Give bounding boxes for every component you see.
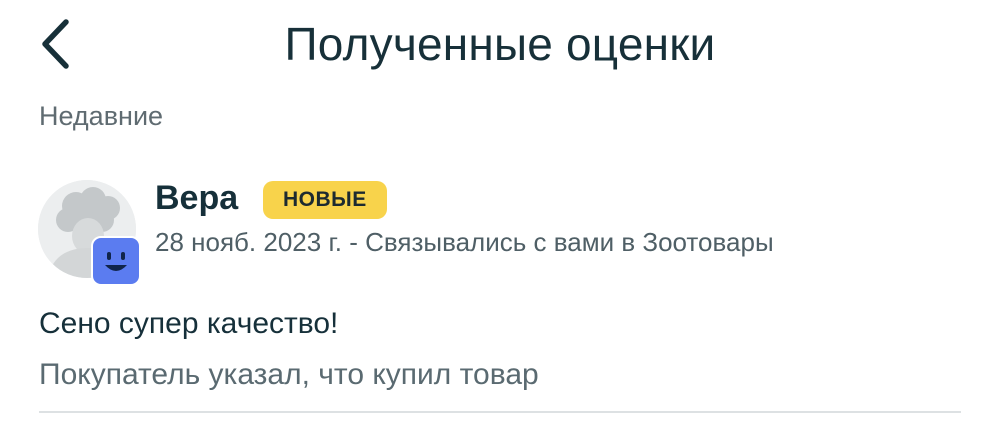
divider [39,411,961,413]
review-meta: 28 нояб. 2023 г. - Связывались с вами в … [155,227,774,257]
smiley-badge-icon [91,236,141,286]
review-text: Сено супер качество! [39,307,339,340]
section-label-recent: Недавние [39,101,164,131]
avatar-badge [91,236,141,286]
header: Полученные оценки [0,0,1000,90]
page-title: Полученные оценки [284,18,716,70]
review-note: Покупатель указал, что купил товар [39,358,539,391]
reviewer-name[interactable]: Вера [155,176,238,220]
status-badge: НОВЫЕ [263,181,387,219]
